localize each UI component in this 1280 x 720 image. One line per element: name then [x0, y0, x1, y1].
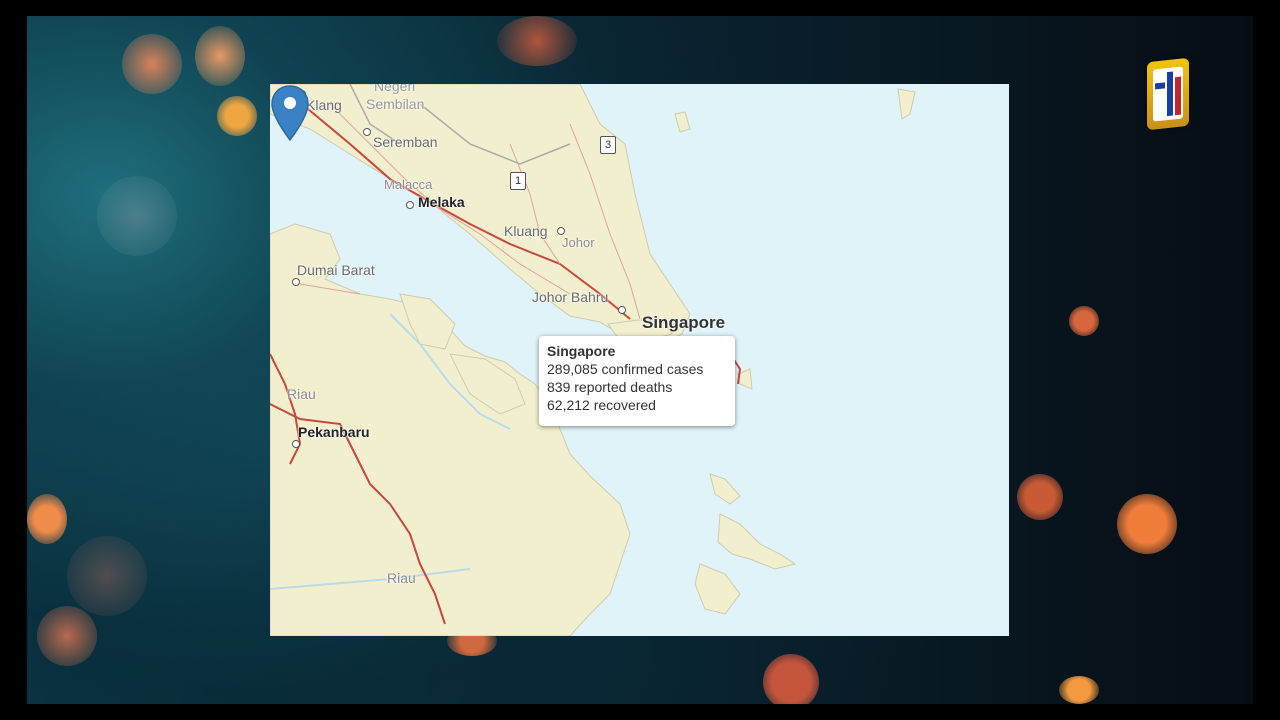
label-melaka: Melaka: [418, 194, 465, 210]
city-dot-seremban: [363, 128, 371, 136]
popup-recovered: 62,212 recovered: [547, 397, 656, 413]
bokeh-light: [1069, 306, 1099, 336]
city-dot-johor-bahru: [618, 306, 626, 314]
bokeh-light: [1059, 676, 1099, 704]
bokeh-light: [27, 494, 67, 544]
bokeh-light: [37, 606, 97, 666]
route-shield-3: 3: [600, 136, 616, 154]
bokeh-light: [1117, 494, 1177, 554]
map-pin-icon[interactable]: [270, 84, 310, 144]
label-johor-bahru: Johor Bahru: [532, 289, 609, 305]
label-sembilan: Sembilan: [366, 96, 425, 112]
city-dot-melaka: [406, 201, 414, 209]
city-dot-dumai: [292, 278, 300, 286]
label-riau: Riau: [287, 386, 316, 402]
label-kluang: Kluang: [504, 223, 548, 239]
popup-reported-deaths: 839 reported deaths: [547, 379, 673, 395]
label-negeri: Negeri: [374, 84, 416, 94]
popup-title: Singapore: [547, 343, 616, 359]
bokeh-light: [67, 536, 147, 616]
channel-logo-icon: [1147, 57, 1189, 131]
label-klang: Klang: [306, 97, 342, 113]
bokeh-light: [97, 176, 177, 256]
map-view[interactable]: 3 1 Negeri Klang Sembilan Seremban Malac…: [270, 84, 1009, 636]
city-dot-pekanbaru: [292, 440, 300, 448]
route-shield-1: 1: [510, 172, 526, 190]
label-seremban: Seremban: [373, 134, 438, 150]
label-johor: Johor: [562, 235, 595, 250]
bokeh-light: [1017, 474, 1063, 520]
label-malacca: Malacca: [384, 177, 433, 192]
label-dumai-barat: Dumai Barat: [297, 262, 375, 278]
marker-popup[interactable]: Singapore 289,085 confirmed cases 839 re…: [539, 336, 735, 426]
label-pekanbaru: Pekanbaru: [298, 424, 370, 440]
bokeh-light: [195, 26, 245, 86]
bokeh-light: [122, 34, 182, 94]
label-singapore: Singapore: [642, 313, 726, 332]
bokeh-light: [763, 654, 819, 704]
label-riau-south: Riau: [387, 570, 416, 586]
city-dot-kluang: [557, 227, 565, 235]
bokeh-light: [217, 96, 257, 136]
popup-confirmed-cases: 289,085 confirmed cases: [547, 361, 704, 377]
bokeh-light: [497, 16, 577, 66]
